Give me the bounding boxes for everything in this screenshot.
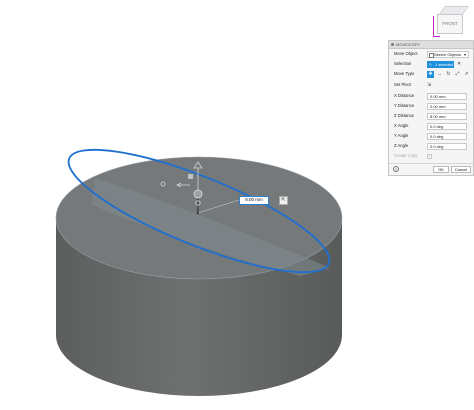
dialog-title: MOVE/COPY xyxy=(396,42,421,47)
dialog-title-bar[interactable]: MOVE/COPY xyxy=(389,41,473,49)
collapse-icon[interactable] xyxy=(391,43,394,46)
set-pivot-label: Set Pivot xyxy=(394,82,411,87)
selection-label: Selection xyxy=(394,61,412,66)
rotate-icon[interactable]: ↻ xyxy=(445,71,452,78)
point-to-position-icon[interactable]: ⇗ xyxy=(463,71,470,78)
chevron-down-icon: ▾ xyxy=(463,51,466,57)
move-type-label: Move Type xyxy=(394,71,415,76)
cancel-button[interactable]: Cancel xyxy=(451,166,471,173)
y-angle-input[interactable]: 0.0 deg xyxy=(427,132,467,140)
set-pivot-icon[interactable]: ⇲ xyxy=(427,82,434,89)
y-distance-input[interactable]: 0.00 mm xyxy=(427,102,467,110)
move-object-select[interactable]: Sketch Objects ▾ xyxy=(427,50,469,58)
free-move-icon[interactable]: ✥ xyxy=(427,70,434,78)
y-distance-label: Y Distance xyxy=(394,103,415,108)
help-icon[interactable]: ? xyxy=(393,166,399,172)
z-angle-input[interactable]: 0.0 deg xyxy=(427,142,467,150)
dialog-footer: ? OK Cancel xyxy=(389,163,473,175)
selection-button[interactable]: ↖ 1 selected xyxy=(427,60,454,68)
ok-button[interactable]: OK xyxy=(433,166,449,173)
x-angle-input[interactable]: 0.0 deg xyxy=(427,122,467,130)
distance-input[interactable]: 8.00 mm xyxy=(239,196,269,205)
clear-selection-icon[interactable]: ✕ xyxy=(457,60,461,68)
create-copy-label: Create Copy xyxy=(394,153,418,158)
viewcube-axis-indicator xyxy=(433,16,440,37)
z-distance-input[interactable]: 8.00 mm xyxy=(427,112,467,120)
move-object-label: Move Object xyxy=(394,51,418,56)
point-to-point-icon[interactable]: ⤢ xyxy=(454,71,461,78)
distance-options-button[interactable]: ⇱ xyxy=(279,196,288,205)
x-distance-input[interactable]: 0.00 mm xyxy=(427,92,467,100)
viewcube-front-face[interactable]: FRONT xyxy=(437,14,463,34)
sketch-objects-icon xyxy=(429,52,434,58)
viewcube[interactable]: FRONT xyxy=(433,4,469,37)
move-handle-icon: ⇱ xyxy=(281,197,286,203)
move-copy-dialog: MOVE/COPY Move Object Sketch Objects ▾ S… xyxy=(388,40,474,176)
x-distance-label: X Distance xyxy=(394,93,415,98)
y-angle-label: Y Angle xyxy=(394,133,409,138)
cursor-arrow-icon: ↖ xyxy=(429,61,433,67)
x-angle-label: X Angle xyxy=(394,123,409,128)
create-copy-checkbox[interactable] xyxy=(427,153,432,159)
translate-icon[interactable]: ↔ xyxy=(436,71,443,78)
z-distance-label: Z Distance xyxy=(394,113,415,118)
z-angle-label: Z Angle xyxy=(394,143,409,148)
